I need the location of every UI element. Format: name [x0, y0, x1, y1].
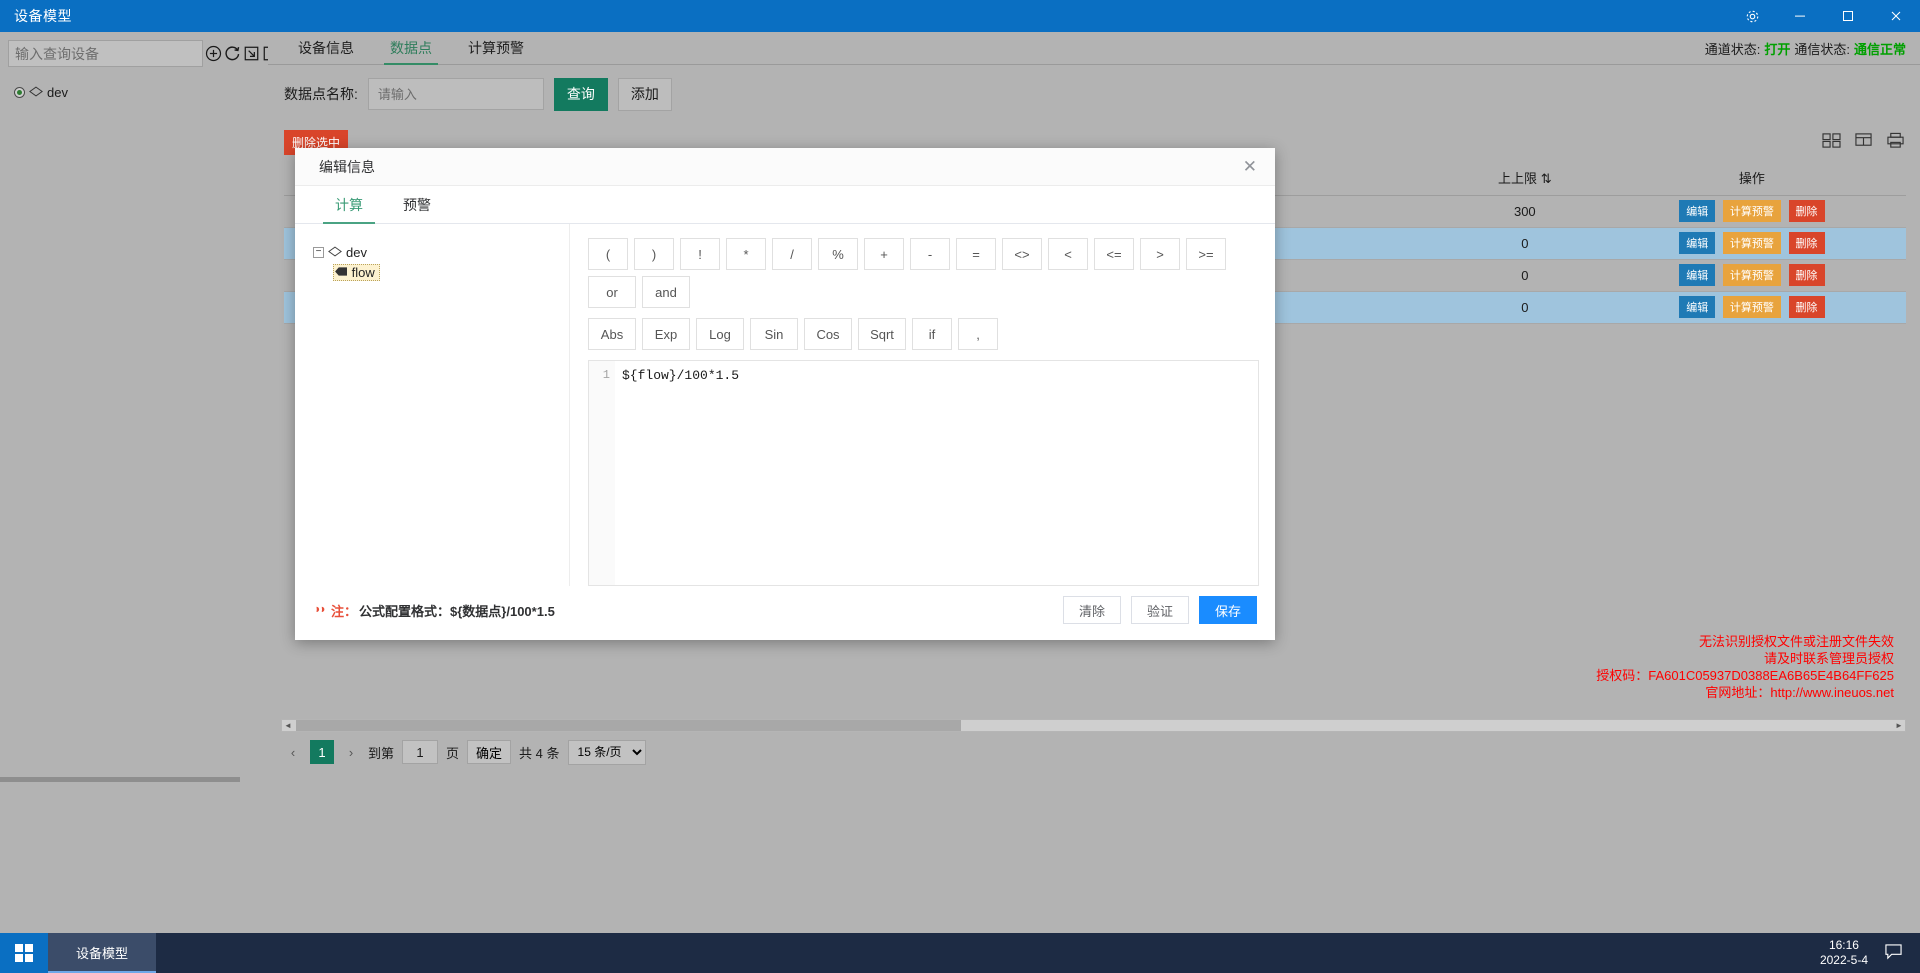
- formula-panel: ( ) ! * / % + - = <> < <= > >= or and Ab…: [570, 224, 1275, 586]
- clear-button[interactable]: 清除: [1062, 596, 1121, 624]
- op-plus[interactable]: +: [864, 238, 904, 270]
- dialog-tree-item-flow-label: flow: [351, 264, 375, 280]
- system-tray: 16:16 2022-5-4: [1820, 938, 1920, 968]
- dialog-tab-calculation-label: 计算: [335, 196, 363, 213]
- taskbar-time: 16:16: [1828, 938, 1859, 952]
- fn-exp[interactable]: Exp: [642, 318, 690, 350]
- dialog-tree-item-flow-wrap[interactable]: flow: [333, 263, 380, 281]
- datapoint-tree-panel: − dev flow: [295, 224, 570, 586]
- start-icon[interactable]: [0, 933, 48, 973]
- device-node-icon: [328, 245, 342, 260]
- dialog-tab-calculation[interactable]: 计算: [315, 186, 383, 224]
- op-not-equal[interactable]: <>: [1002, 238, 1042, 270]
- fn-cos[interactable]: Cos: [804, 318, 852, 350]
- op-divide[interactable]: /: [772, 238, 812, 270]
- op-paren-close[interactable]: ): [634, 238, 674, 270]
- operator-row-1: ( ) ! * / % + - = <> < <= > >= or and: [588, 238, 1259, 308]
- fn-abs[interactable]: Abs: [588, 318, 636, 350]
- fn-sqrt[interactable]: Sqrt: [858, 318, 906, 350]
- dialog-body: − dev flow () ! * / % + - = <> < <= > >…: [295, 224, 1275, 586]
- taskbar-clock[interactable]: 16:16 2022-5-4: [1820, 938, 1868, 968]
- editor-line-numbers: 1: [589, 361, 615, 585]
- close-icon[interactable]: ✕: [1239, 156, 1261, 177]
- op-and[interactable]: and: [642, 276, 690, 308]
- chat-icon[interactable]: [1884, 943, 1904, 963]
- dialog-title: 编辑信息: [319, 158, 375, 175]
- application-window: 设备模型 输入查询设备 dev 设备信息 数据点 计算预警 通道状态: 打开 通…: [0, 0, 1920, 973]
- collapse-icon[interactable]: −: [313, 246, 324, 258]
- taskbar: 设备模型 16:16 2022-5-4: [0, 933, 1920, 973]
- op-less-equal[interactable]: <=: [1094, 238, 1134, 270]
- op-greater-than[interactable]: >: [1140, 238, 1180, 270]
- windows-logo-icon: [15, 944, 33, 962]
- dialog-footer-buttons: 清除 验证 保存: [1062, 596, 1257, 624]
- modal-overlay: 编辑信息 ✕ 计算 预警 − dev flow () ! * / % + - …: [0, 0, 1920, 973]
- taskbar-item-device-model[interactable]: 设备模型: [48, 933, 157, 973]
- edit-info-dialog: 编辑信息 ✕ 计算 预警 − dev flow () ! * / % + - …: [295, 148, 1275, 640]
- validate-button[interactable]: 验证: [1130, 596, 1189, 624]
- formula-editor[interactable]: 1 ${flow}/100*1.5: [588, 360, 1259, 586]
- taskbar-date: 2022-5-4: [1819, 953, 1868, 967]
- op-less-than[interactable]: <: [1048, 238, 1088, 270]
- tag-icon: [335, 265, 352, 280]
- dialog-header: 编辑信息 ✕: [295, 148, 1275, 186]
- op-or[interactable]: or: [588, 276, 636, 308]
- dialog-tab-alarm[interactable]: 预警: [383, 186, 451, 223]
- formula-note-text: 公式配置格式：${数据点}/100*1.5: [359, 603, 555, 619]
- fn-sin[interactable]: Sin: [750, 318, 798, 350]
- formula-note: 注： 公式配置格式：${数据点}/100*1.5: [313, 601, 555, 620]
- fn-log[interactable]: Log: [696, 318, 744, 350]
- dialog-tab-alarm-label: 预警: [403, 196, 431, 213]
- op-modulo[interactable]: %: [818, 238, 858, 270]
- formula-code[interactable]: ${flow}/100*1.5: [615, 361, 1258, 585]
- dialog-tree-root-label: dev: [346, 244, 367, 260]
- dialog-tree-root-dev[interactable]: − dev: [313, 242, 569, 262]
- op-minus[interactable]: -: [910, 238, 950, 270]
- dialog-footer: 注： 公式配置格式：${数据点}/100*1.5 清除 验证 保存: [295, 586, 1275, 634]
- fn-if[interactable]: if: [912, 318, 952, 350]
- op-not[interactable]: !: [680, 238, 720, 270]
- operator-row-2: Abs Exp Log Sin Cos Sqrt if ,: [588, 318, 1259, 350]
- taskbar-item-label: 设备模型: [76, 945, 129, 961]
- op-paren-open[interactable]: (: [588, 238, 628, 270]
- formula-note-label: 注：: [331, 603, 358, 619]
- dialog-tabs: 计算 预警: [295, 186, 1275, 224]
- op-multiply[interactable]: *: [726, 238, 766, 270]
- save-button[interactable]: 保存: [1198, 596, 1257, 624]
- op-equal[interactable]: =: [956, 238, 996, 270]
- op-greater-equal[interactable]: >=: [1186, 238, 1226, 270]
- warning-icon: [313, 602, 327, 618]
- op-comma[interactable]: ,: [958, 318, 998, 350]
- dialog-tree-item-flow[interactable]: flow: [333, 262, 569, 282]
